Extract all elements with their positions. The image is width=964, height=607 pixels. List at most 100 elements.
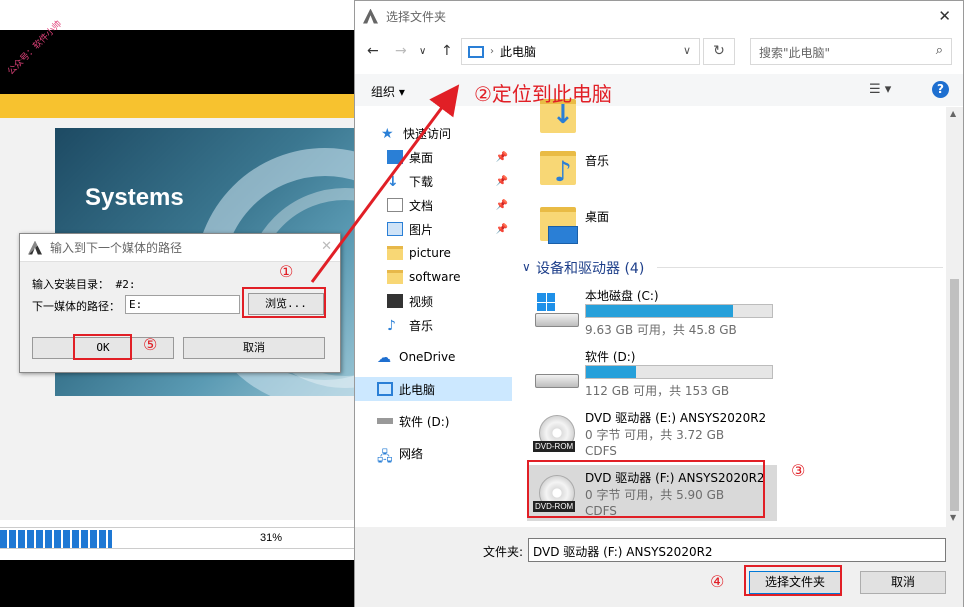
folder-icon bbox=[387, 270, 403, 284]
recent-dropdown-icon[interactable]: ∨ bbox=[419, 46, 426, 57]
tree-item-pictures[interactable]: 图片 📌 bbox=[355, 217, 512, 241]
pc-icon bbox=[468, 45, 484, 58]
banner-text: Systems bbox=[85, 184, 184, 211]
annotation-step-4: ④ bbox=[710, 572, 725, 591]
close-icon[interactable]: ✕ bbox=[938, 7, 951, 25]
pin-icon: 📌 bbox=[495, 199, 508, 211]
picture-icon bbox=[387, 222, 403, 236]
tree-item-documents[interactable]: 文档 📌 bbox=[355, 193, 512, 217]
help-icon[interactable]: ? bbox=[932, 81, 949, 98]
folder-input[interactable]: DVD 驱动器 (F:) ANSYS2020R2 bbox=[528, 538, 946, 562]
folder-label: 文件夹: bbox=[483, 545, 524, 559]
tree-item-this-pc[interactable]: 此电脑 bbox=[355, 377, 512, 401]
dvd-drive-icon: DVD-ROM bbox=[533, 415, 579, 455]
pin-icon: 📌 bbox=[495, 151, 508, 163]
pin-icon: 📌 bbox=[495, 223, 508, 235]
tree-item-desktop[interactable]: 桌面 📌 bbox=[355, 145, 512, 169]
annotation-step-1: ① bbox=[279, 262, 294, 281]
chevron-right-icon: › bbox=[490, 46, 494, 57]
picker-footer: 文件夹: DVD 驱动器 (F:) ANSYS2020R2 选择文件夹 取消 bbox=[355, 527, 963, 607]
drive-usage-bar bbox=[585, 304, 773, 318]
hdd-body bbox=[535, 313, 579, 327]
folder-item-music[interactable]: 音乐 bbox=[585, 152, 609, 169]
install-progress-fill bbox=[0, 530, 112, 548]
install-progress-label: 31% bbox=[260, 532, 283, 544]
highlight-browse-button bbox=[242, 287, 326, 318]
tree-item-label: 桌面 bbox=[409, 150, 434, 165]
search-input[interactable]: 搜索"此电脑" ⌕ bbox=[750, 38, 952, 65]
next-media-path-label: 下一媒体的路径： bbox=[32, 300, 120, 313]
tree-item-drive-d[interactable]: 软件 (D:) bbox=[355, 409, 512, 433]
network-icon: 🖧 bbox=[377, 449, 393, 465]
drive-space-info: 0 字节 可用，共 3.72 GB bbox=[585, 428, 725, 442]
scroll-up-icon[interactable]: ▲ bbox=[950, 109, 956, 118]
windows-logo-icon bbox=[537, 293, 555, 311]
content-scrollbar[interactable]: ▲ ▼ bbox=[946, 107, 963, 527]
tree-item-software-folder[interactable]: software bbox=[355, 265, 512, 289]
install-dir-label: 输入安装目录： #2: bbox=[32, 278, 136, 291]
close-icon[interactable]: ✕ bbox=[321, 239, 332, 254]
back-arrow-icon[interactable]: ← bbox=[367, 43, 379, 59]
folder-item-desktop[interactable]: 桌面 bbox=[585, 208, 609, 225]
address-bar[interactable]: › 此电脑 ∨ bbox=[461, 38, 700, 65]
cloud-icon: ☁ bbox=[377, 350, 391, 366]
chevron-down-icon[interactable]: ∨ bbox=[522, 260, 531, 274]
tree-item-label: OneDrive bbox=[399, 350, 456, 364]
drive-name: 软件 (D:) bbox=[585, 350, 636, 364]
highlight-ok-button bbox=[73, 334, 132, 360]
group-header-devices[interactable]: 设备和驱动器 (4) bbox=[536, 258, 644, 278]
view-options-icon[interactable]: ☰ ▾ bbox=[869, 82, 891, 97]
cancel-button[interactable]: 取消 bbox=[860, 571, 946, 594]
drive-item-e[interactable]: DVD-ROM DVD 驱动器 (E:) ANSYS2020R2 0 字节 可用… bbox=[527, 405, 947, 467]
up-arrow-icon[interactable]: ↑ bbox=[441, 43, 453, 59]
refresh-icon[interactable]: ↻ bbox=[703, 38, 735, 65]
tree-item-onedrive[interactable]: ☁ OneDrive bbox=[355, 345, 512, 369]
folder-icon[interactable] bbox=[540, 207, 578, 244]
tree-item-quick-access[interactable]: ★ 快速访问 bbox=[355, 121, 512, 145]
music-icon: ♪ bbox=[554, 155, 572, 188]
drive-icon bbox=[377, 418, 393, 424]
hard-drive-icon bbox=[533, 354, 579, 394]
folder-icon bbox=[387, 246, 403, 260]
hdd-body bbox=[535, 374, 579, 388]
search-placeholder: 搜索"此电脑" bbox=[759, 46, 831, 60]
organize-button[interactable]: 组织 ▾ bbox=[371, 83, 405, 100]
folder-icon[interactable]: ♪ bbox=[540, 151, 576, 188]
tree-item-network[interactable]: 🖧 网络 bbox=[355, 441, 512, 466]
drive-space-info: 112 GB 可用，共 153 GB bbox=[585, 384, 730, 398]
tree-item-downloads[interactable]: ↓ 下载 📌 bbox=[355, 169, 512, 193]
drive-item-c[interactable]: 本地磁盘 (C:) 9.63 GB 可用，共 45.8 GB bbox=[527, 283, 947, 341]
scroll-down-icon[interactable]: ▼ bbox=[950, 513, 956, 522]
navigation-bar: ← → ∨ ↑ › 此电脑 ∨ ↻ 搜索"此电脑" ⌕ bbox=[355, 35, 963, 69]
tree-item-label: 下载 bbox=[409, 174, 434, 189]
next-media-path-input[interactable]: E: bbox=[125, 295, 240, 314]
scrollbar-thumb[interactable] bbox=[950, 279, 959, 511]
forward-arrow-icon[interactable]: → bbox=[395, 43, 407, 59]
group-divider bbox=[657, 267, 943, 268]
hard-drive-icon bbox=[533, 293, 579, 333]
drive-item-d[interactable]: 软件 (D:) 112 GB 可用，共 153 GB bbox=[527, 344, 947, 402]
tree-item-label: 文档 bbox=[409, 198, 434, 213]
drive-name: DVD 驱动器 (E:) ANSYS2020R2 bbox=[585, 411, 767, 425]
command-bar: 组织 ▾ ☰ ▾ ? bbox=[355, 74, 963, 106]
annotation-step-5: ⑤ bbox=[143, 335, 158, 354]
cancel-button[interactable]: 取消 bbox=[183, 337, 325, 359]
tree-item-music[interactable]: ♪ 音乐 bbox=[355, 313, 512, 337]
download-icon: ↓ bbox=[387, 174, 399, 190]
search-icon: ⌕ bbox=[935, 43, 943, 58]
tree-item-label: 网络 bbox=[399, 446, 424, 461]
annotation-step-3: ③ bbox=[791, 461, 806, 480]
ansys-logo-icon bbox=[28, 240, 42, 255]
document-icon bbox=[387, 198, 403, 212]
tree-item-label: 音乐 bbox=[409, 318, 434, 333]
desktop-icon bbox=[548, 226, 578, 244]
drive-usage-fill bbox=[586, 366, 637, 378]
tree-item-videos[interactable]: 视频 bbox=[355, 289, 512, 313]
tree-item-label: 图片 bbox=[409, 222, 434, 237]
desktop-icon bbox=[387, 150, 403, 164]
dialog-title: 输入到下一个媒体的路径 bbox=[50, 241, 183, 255]
chevron-down-icon[interactable]: ∨ bbox=[683, 44, 691, 57]
tree-item-picture-folder[interactable]: picture bbox=[355, 241, 512, 265]
installer-header-band bbox=[0, 30, 360, 94]
dvd-rom-badge: DVD-ROM bbox=[533, 441, 576, 452]
